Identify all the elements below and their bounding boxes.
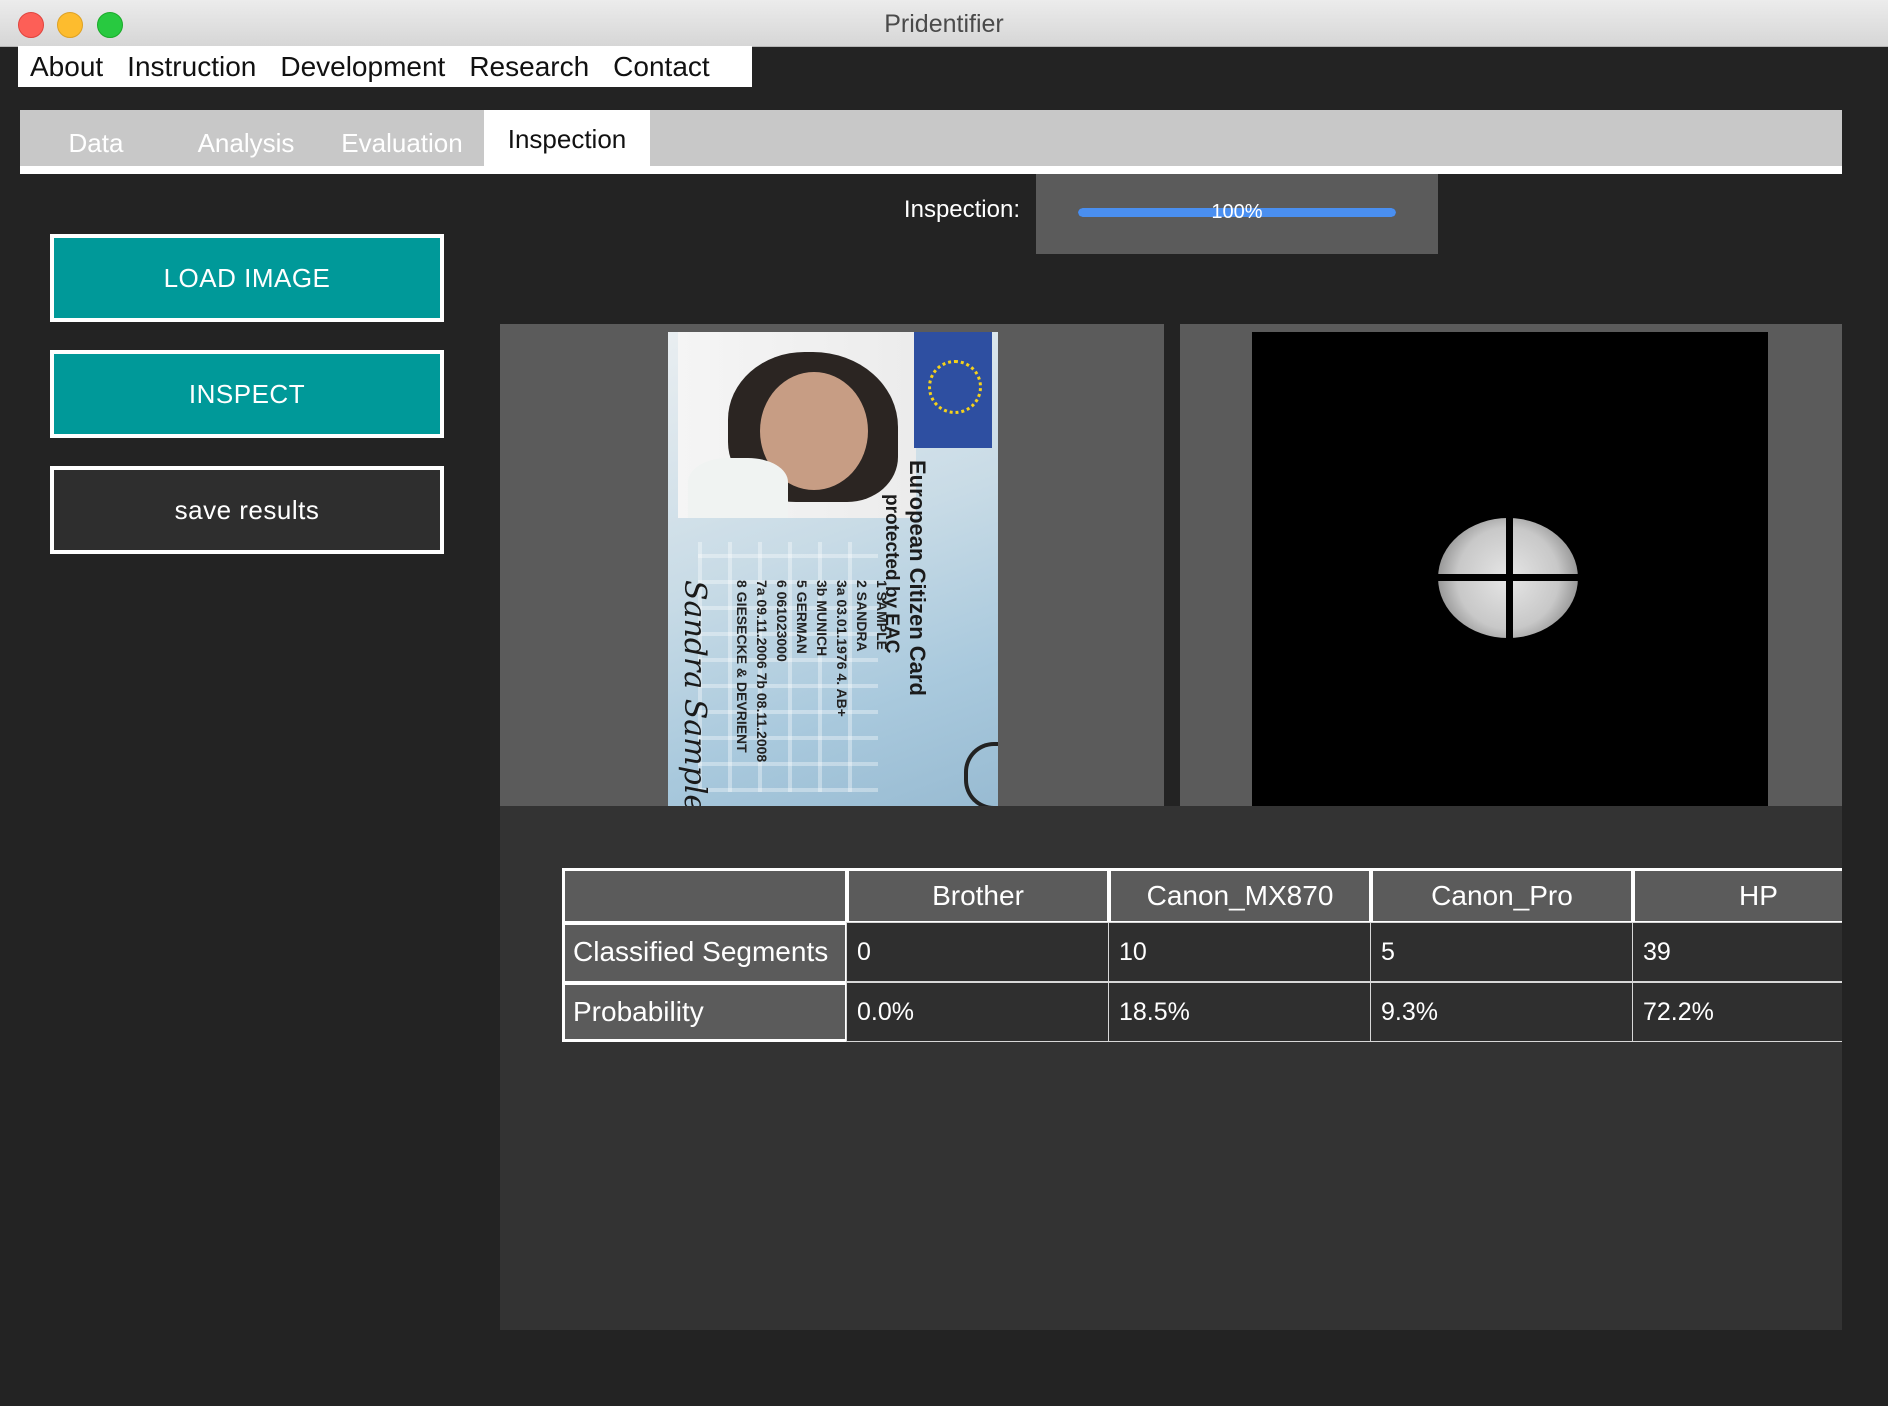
progress-percent: 100% [1211,201,1263,223]
table-header: Canon_Pro [1370,868,1634,924]
table-header: HP [1632,868,1842,924]
inspection-result-panel [1180,324,1842,806]
table-cell: 39 [1632,922,1842,982]
card-signature: Sandra Sample [677,580,712,806]
portrait-shoulder [688,458,788,518]
table-corner [562,868,848,924]
menu-research[interactable]: Research [457,46,601,87]
input-image-panel: European Citizen Card protected by EAC 1… [500,324,1164,806]
card-logo-icon [964,742,998,806]
card-field: 6 061023000 [774,580,790,662]
table-cell: 0.0% [846,982,1110,1042]
title-bar: Pridentifier [0,0,1888,47]
table-cell: 72.2% [1632,982,1842,1042]
menu-about[interactable]: About [18,46,115,87]
menu-bar: About Instruction Development Research C… [18,46,752,87]
app-window: Pridentifier About Instruction Developme… [0,0,1888,1406]
progress-label: Inspection: [903,196,1020,223]
table-row-label: Probability [562,982,848,1042]
card-field: 3a 03.01.1976 4. AB+ [834,580,850,717]
menu-contact[interactable]: Contact [601,46,722,87]
card-field: 8 GIESECKE & DEVRIENT [734,580,750,753]
card-field: 2 SANDRA [854,580,870,652]
tab-data[interactable]: Data [20,110,172,168]
table-cell: 5 [1370,922,1634,982]
tab-evaluation[interactable]: Evaluation [320,110,484,168]
tab-analysis[interactable]: Analysis [172,110,320,168]
id-card-image: European Citizen Card protected by EAC 1… [668,332,998,806]
menu-development[interactable]: Development [268,46,457,87]
save-results-button[interactable]: save results [50,466,444,554]
table-cell: 18.5% [1108,982,1372,1042]
inspect-button[interactable]: INSPECT [50,350,444,438]
menu-instruction[interactable]: Instruction [115,46,268,87]
tab-inspection[interactable]: Inspection [484,110,650,168]
table-row-label: Classified Segments [562,922,848,984]
segment-blob [1438,518,1578,638]
table-header: Brother [846,868,1110,924]
progress-container: 100% [1036,174,1438,254]
eu-stars-icon [928,360,982,414]
card-field: 7a 09.11.2006 7b 08.11.2008 [754,580,770,763]
table-cell: 0 [846,922,1110,982]
eu-flag-icon [914,332,992,448]
portrait-photo [678,332,916,518]
table-header: Canon_MX870 [1108,868,1372,924]
card-field: 3b MUNICH [814,580,830,657]
card-field: 5 GERMAN [794,580,810,654]
card-field: 1 SAMPLE [874,580,890,651]
table-cell: 9.3% [1370,982,1634,1042]
blob-cross-horizontal [1438,574,1578,581]
window-title: Pridentifier [884,10,1004,38]
inspection-result-image [1252,332,1768,806]
load-image-button[interactable]: LOAD IMAGE [50,234,444,322]
tab-underline [20,166,1842,174]
table-cell: 10 [1108,922,1372,982]
card-title: European Citizen Card [905,460,930,696]
